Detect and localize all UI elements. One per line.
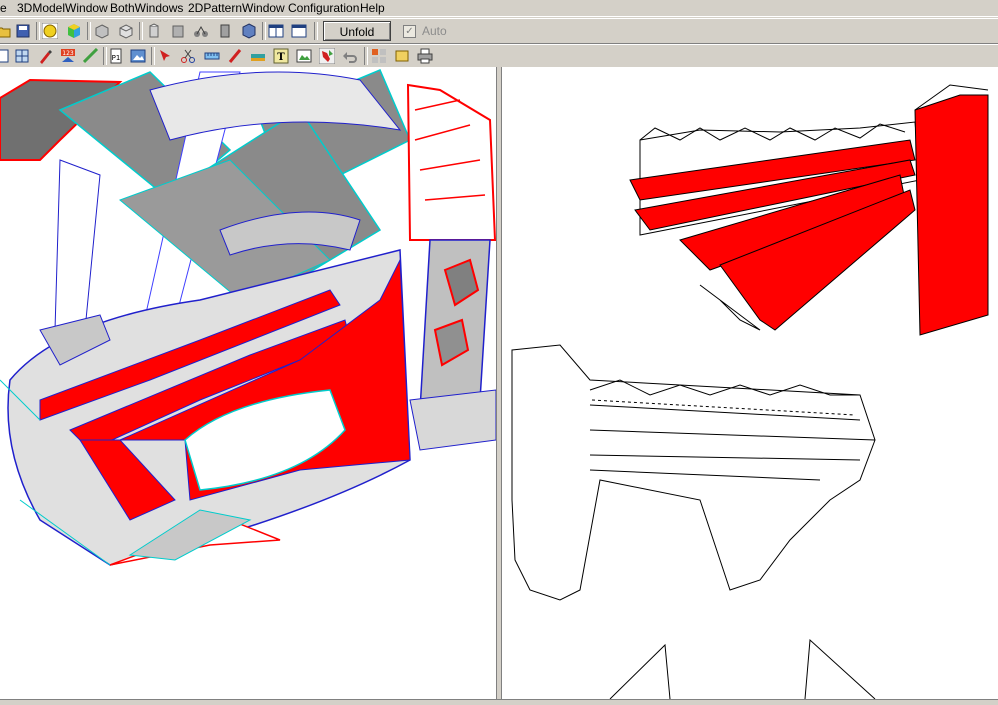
page-icon[interactable]: P1 xyxy=(108,48,124,64)
auto-toggle[interactable]: ✓ Auto xyxy=(403,23,447,39)
undo-arrow-icon[interactable] xyxy=(342,48,358,64)
unfold-undo-button[interactable]: Unfold Undo xyxy=(323,21,391,59)
3d-model-drawing[interactable] xyxy=(0,67,496,699)
2d-pattern-drawing[interactable] xyxy=(502,67,998,699)
panel-icon[interactable] xyxy=(193,23,209,39)
menu-help[interactable]: Help xyxy=(360,1,385,15)
cylinder-icon[interactable] xyxy=(146,23,162,39)
text-icon[interactable]: T xyxy=(273,48,289,64)
menu-3dmodelwindow[interactable]: 3DModelWindow xyxy=(17,1,108,15)
menu-configuration[interactable]: Configuration xyxy=(288,1,359,15)
image-icon[interactable] xyxy=(130,48,146,64)
printer-icon[interactable] xyxy=(417,48,433,64)
toolbar-separator xyxy=(36,22,40,40)
save-disk-icon[interactable] xyxy=(15,23,31,39)
window-alt-icon[interactable] xyxy=(268,23,284,39)
window-single-icon[interactable] xyxy=(291,23,307,39)
toolbar-separator xyxy=(364,47,368,65)
line-icon[interactable] xyxy=(250,48,266,64)
pointer-icon[interactable] xyxy=(158,48,174,64)
print-icon[interactable] xyxy=(394,48,410,64)
svg-text:T: T xyxy=(277,52,285,63)
toolbar-separator xyxy=(103,47,107,65)
box-open-icon[interactable] xyxy=(118,23,134,39)
menu-bothwindows[interactable]: BothWindows xyxy=(110,1,183,15)
pen-icon[interactable] xyxy=(227,48,243,64)
sphere-icon[interactable] xyxy=(42,23,58,39)
window-icon[interactable] xyxy=(241,23,257,39)
picture-icon[interactable] xyxy=(296,48,312,64)
3d-model-viewport[interactable] xyxy=(0,67,496,699)
ruler-icon[interactable] xyxy=(83,48,99,64)
toolbar-separator xyxy=(262,22,266,40)
measure-icon[interactable] xyxy=(204,48,220,64)
box-icon[interactable] xyxy=(94,23,110,39)
molecule-icon[interactable] xyxy=(170,23,186,39)
toolbar-separator xyxy=(87,22,91,40)
toolbar-separator xyxy=(151,47,155,65)
auto-checkbox[interactable]: ✓ xyxy=(403,24,416,38)
svg-text:P1: P1 xyxy=(112,54,121,62)
brush-icon[interactable] xyxy=(37,48,53,64)
grid-layout-icon[interactable] xyxy=(371,48,387,64)
select-icon[interactable] xyxy=(0,48,10,64)
menu-2dpatternwindow[interactable]: 2DPatternWindow xyxy=(188,1,285,15)
toolbar-separator xyxy=(139,22,143,40)
toolbar-separator xyxy=(314,22,318,40)
svg-text:123: 123 xyxy=(62,50,74,57)
2d-pattern-viewport[interactable] xyxy=(502,67,998,699)
auto-label: Auto xyxy=(422,24,447,38)
number-123-icon[interactable]: 123 xyxy=(60,48,76,64)
grid-icon[interactable] xyxy=(14,48,30,64)
piece-icon[interactable] xyxy=(319,48,335,64)
scissors-icon[interactable] xyxy=(180,48,196,64)
menu-bar: e 3DModelWindow BothWindows 2DPatternWin… xyxy=(0,0,998,17)
cube-color-icon[interactable] xyxy=(66,23,82,39)
menu-file[interactable]: e xyxy=(0,1,7,15)
open-folder-icon[interactable] xyxy=(0,23,12,39)
tool-palette: 123 P1 T xyxy=(0,44,998,68)
main-toolbar: Unfold Undo ✓ Auto xyxy=(0,18,998,59)
status-bar xyxy=(0,699,998,705)
cube-view-icon[interactable] xyxy=(217,23,233,39)
